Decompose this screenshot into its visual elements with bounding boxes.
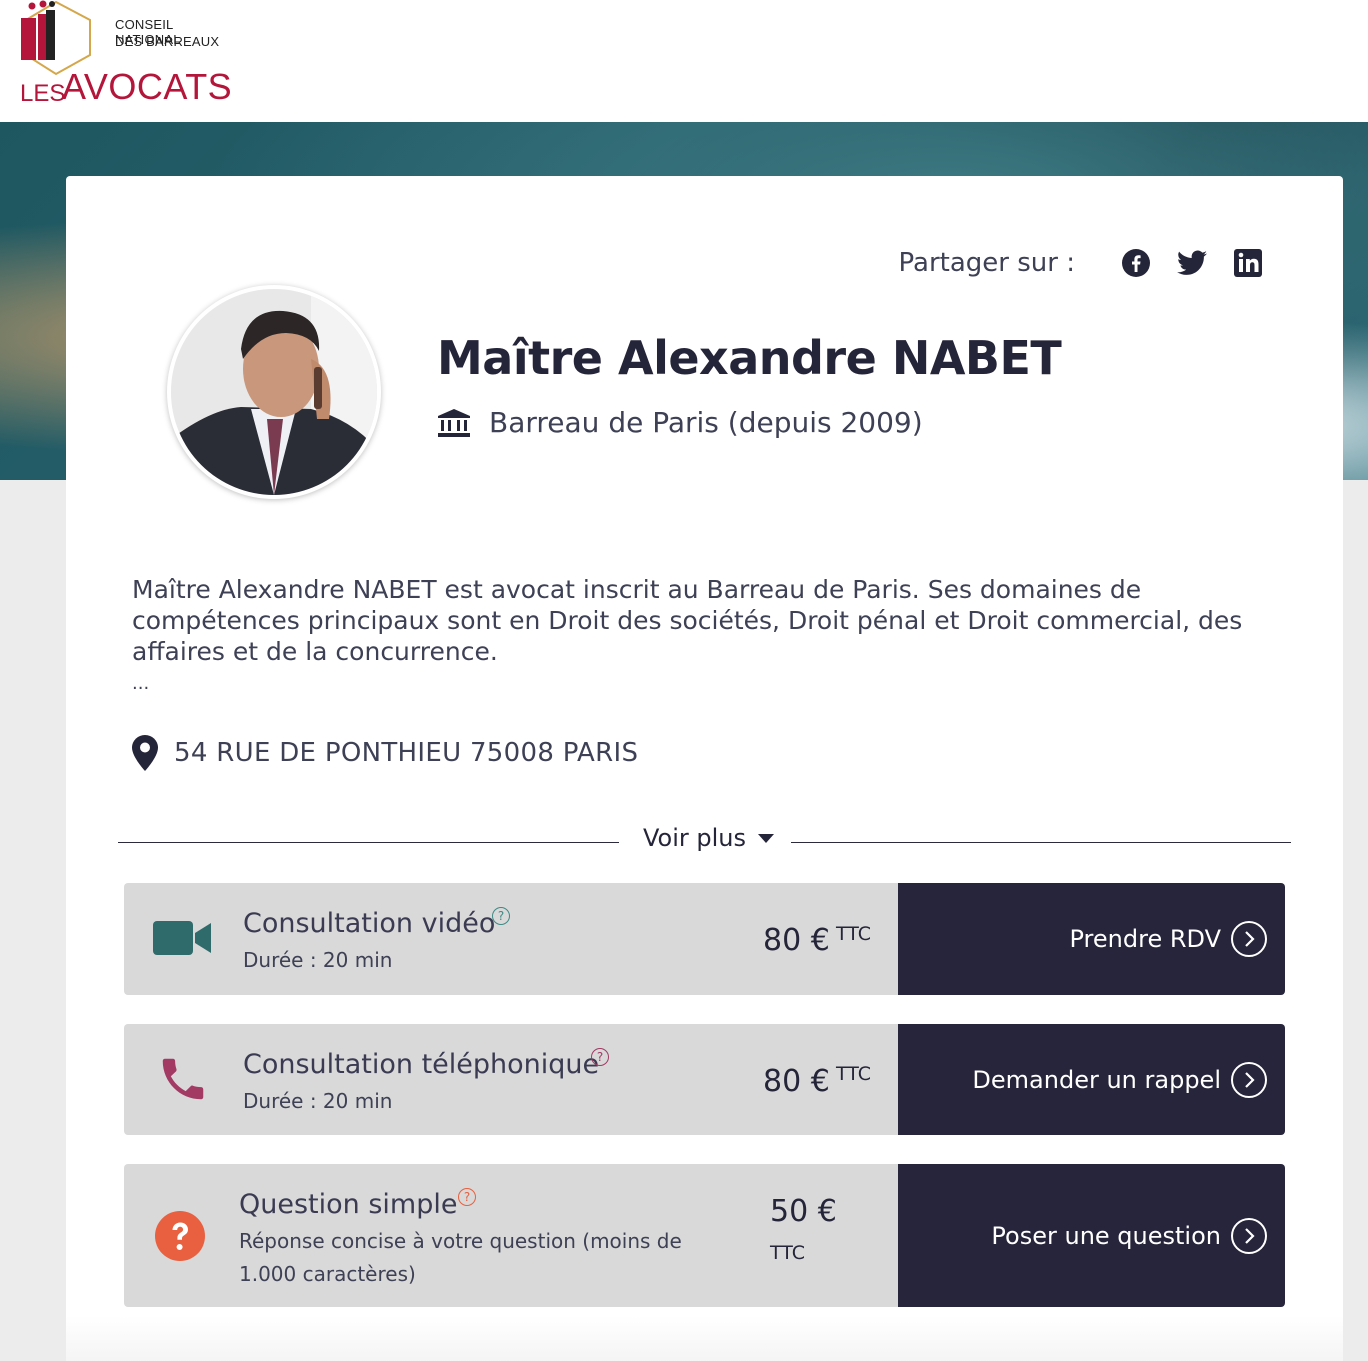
chevron-right-icon [1231,1217,1267,1254]
offer-price: 50 € [770,1194,837,1229]
linkedin-icon[interactable] [1231,246,1265,280]
button-label: Demander un rappel [972,1065,1221,1094]
question-icon [155,1211,205,1261]
share-label: Partager sur : [898,248,1075,278]
logo-avocats: AVOCATS [62,66,233,107]
share-bar: Partager sur : [899,246,1265,280]
facebook-icon[interactable] [1119,246,1153,280]
offer-price: 80 € [763,923,830,958]
offer-price: 80 € [763,1064,830,1099]
voir-plus-label: Voir plus [643,824,747,852]
offer-title: Consultation téléphonique [243,1049,600,1080]
chevron-right-icon [1231,1061,1267,1098]
address: 54 RUE DE PONTHIEU 75008 PARIS [132,735,638,771]
caret-down-icon [758,833,775,843]
chevron-right-icon [1231,921,1267,957]
divider-left [118,842,619,843]
logo-les: LES [20,80,66,107]
help-icon[interactable]: ? [492,907,510,925]
offer-duration: Durée : 20 min [243,1089,393,1113]
offer-phone: Consultation téléphonique ? Durée : 20 m… [124,1024,1285,1135]
button-label: Poser une question [991,1221,1221,1250]
demander-rappel-button[interactable]: Demander un rappel [898,1024,1285,1135]
offer-info: Question simple ? Réponse concise à votr… [124,1164,898,1307]
offer-title: Consultation vidéo [243,908,496,939]
button-label: Prendre RDV [1069,925,1222,953]
poser-question-button[interactable]: Poser une question [898,1164,1285,1307]
bio-ellipsis: ... [132,673,150,694]
offer-title: Question simple [239,1189,458,1220]
help-icon[interactable]: ? [591,1048,609,1066]
offer-duration: Durée : 20 min [243,948,393,972]
prendre-rdv-button[interactable]: Prendre RDV [898,883,1285,995]
offer-question: Question simple ? Réponse concise à votr… [124,1164,1285,1307]
phone-icon [162,1058,204,1100]
logo-line-2: DES BARREAUX [115,34,220,49]
lawyer-profile-card: Partager sur : Maître Alexandre NABET Ba… [66,176,1343,1361]
location-pin-icon [132,735,158,771]
offer-ttc: TTC [836,1063,872,1085]
offer-description: Réponse concise à votre question (moins … [239,1229,682,1286]
offer-video: Consultation vidéo ? Durée : 20 min 80 €… [124,883,1285,995]
video-camera-icon [153,921,211,955]
twitter-icon[interactable] [1175,246,1209,280]
voir-plus-toggle[interactable]: Voir plus [643,824,775,852]
offer-info: Consultation téléphonique ? Durée : 20 m… [124,1024,898,1135]
bar-info: Barreau de Paris (depuis 2009) [437,406,923,439]
card-bottom [66,1316,1343,1361]
address-text: 54 RUE DE PONTHIEU 75008 PARIS [174,738,639,768]
site-header: CONSEIL NATIONAL DES BARREAUX LES AVOCAT… [0,0,1368,122]
lawyer-bio: Maître Alexandre NABET est avocat inscri… [132,575,1243,666]
courthouse-icon [438,408,470,437]
offer-info: Consultation vidéo ? Durée : 20 min 80 €… [124,883,898,995]
bar-text: Barreau de Paris (depuis 2009) [489,406,923,439]
offer-ttc: TTC [770,1242,806,1264]
help-icon[interactable]: ? [458,1188,476,1206]
offer-ttc: TTC [836,923,872,945]
lawyer-avatar [167,285,381,499]
lawyer-name: Maître Alexandre NABET [437,331,1062,385]
divider-right [791,842,1291,843]
